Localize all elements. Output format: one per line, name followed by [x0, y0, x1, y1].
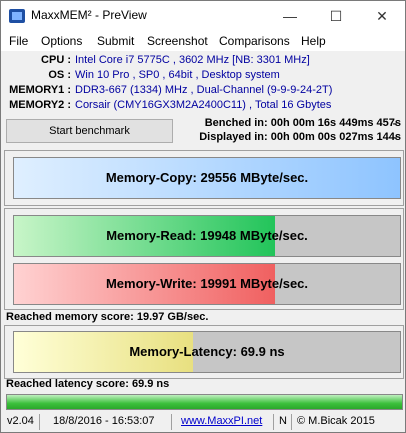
latency-panel: Memory-Latency: 69.9 ns — [4, 325, 404, 379]
website-link[interactable]: www.MaxxPI.net — [181, 415, 262, 427]
copy-bar-track: Memory-Copy: 29556 MByte/sec. — [13, 157, 401, 199]
os-value: Win 10 Pro , SP0 , 64bit , Desktop syste… — [75, 69, 280, 81]
cpu-value: Intel Core i7 5775C , 3602 MHz [NB: 3301… — [75, 54, 310, 66]
status-author: © M.Bicak 2015 — [297, 415, 375, 427]
status-version: v2.04 — [7, 415, 34, 427]
memory2-label: MEMORY2 : — [9, 99, 71, 111]
status-separator — [171, 414, 172, 430]
menu-bar: File Options Submit Screenshot Compariso… — [1, 31, 405, 51]
read-write-panel: Memory-Read: 19948 MByte/sec. Memory-Wri… — [4, 208, 404, 310]
write-bar-track: Memory-Write: 19991 MByte/sec. — [13, 263, 401, 305]
latency-score: Reached latency score: 69.9 ns — [6, 378, 170, 390]
displayed-time: Displayed in: 00h 00m 00s 027ms 144̵s — [199, 131, 401, 143]
maximize-button[interactable]: ☐ — [313, 1, 359, 31]
status-separator — [291, 414, 292, 430]
benchmark-progress-bar — [6, 394, 403, 410]
memory2-value: Corsair (CMY16GX3M2A2400C11) , Total 16 … — [75, 99, 332, 111]
start-benchmark-button[interactable]: Start benchmark — [6, 119, 173, 143]
window-title: MaxxMEM² - PreView — [31, 8, 147, 22]
memory1-label: MEMORY1 : — [9, 84, 71, 96]
read-bar-track: Memory-Read: 19948 MByte/sec. — [13, 215, 401, 257]
app-icon — [9, 9, 25, 23]
cpu-label: CPU : — [41, 54, 71, 66]
close-button[interactable]: ✕ — [359, 1, 405, 31]
latency-result: Memory-Latency: 69.9 ns — [129, 344, 285, 359]
benched-time: Benched in: 00h 00m 16s 449ms 457̵s — [204, 117, 401, 129]
menu-submit[interactable]: Submit — [97, 34, 134, 48]
write-result: Memory-Write: 19991 MByte/sec. — [105, 276, 309, 291]
memory-score: Reached memory score: 19.97 GB/sec. — [6, 311, 209, 323]
menu-comparisons[interactable]: Comparisons — [219, 34, 290, 48]
app-window: MaxxMEM² - PreView — ☐ ✕ File Options Su… — [0, 0, 406, 433]
menu-file[interactable]: File — [9, 34, 28, 48]
menu-screenshot[interactable]: Screenshot — [147, 34, 208, 48]
status-separator — [39, 414, 40, 430]
memory1-value: DDR3-667 (1334) MHz , Dual-Channel (9-9-… — [75, 84, 333, 96]
status-datetime: 18/8/2016 - 16:53:07 — [53, 415, 155, 427]
status-separator — [273, 414, 274, 430]
status-flag: N — [279, 415, 287, 427]
read-result: Memory-Read: 19948 MByte/sec. — [106, 228, 308, 243]
os-label: OS : — [48, 69, 71, 81]
copy-result: Memory-Copy: 29556 MByte/sec. — [105, 170, 309, 185]
minimize-button[interactable]: — — [267, 1, 313, 31]
title-bar: MaxxMEM² - PreView — ☐ ✕ — [1, 1, 405, 31]
copy-panel: Memory-Copy: 29556 MByte/sec. — [4, 150, 404, 206]
progress-fill — [7, 395, 402, 409]
latency-bar-track: Memory-Latency: 69.9 ns — [13, 331, 401, 373]
status-bar: v2.04 18/8/2016 - 16:53:07 www.MaxxPI.ne… — [1, 412, 405, 432]
system-info-panel: CPU : Intel Core i7 5775C , 3602 MHz [NB… — [1, 52, 405, 114]
menu-help[interactable]: Help — [301, 34, 326, 48]
menu-options[interactable]: Options — [41, 34, 82, 48]
